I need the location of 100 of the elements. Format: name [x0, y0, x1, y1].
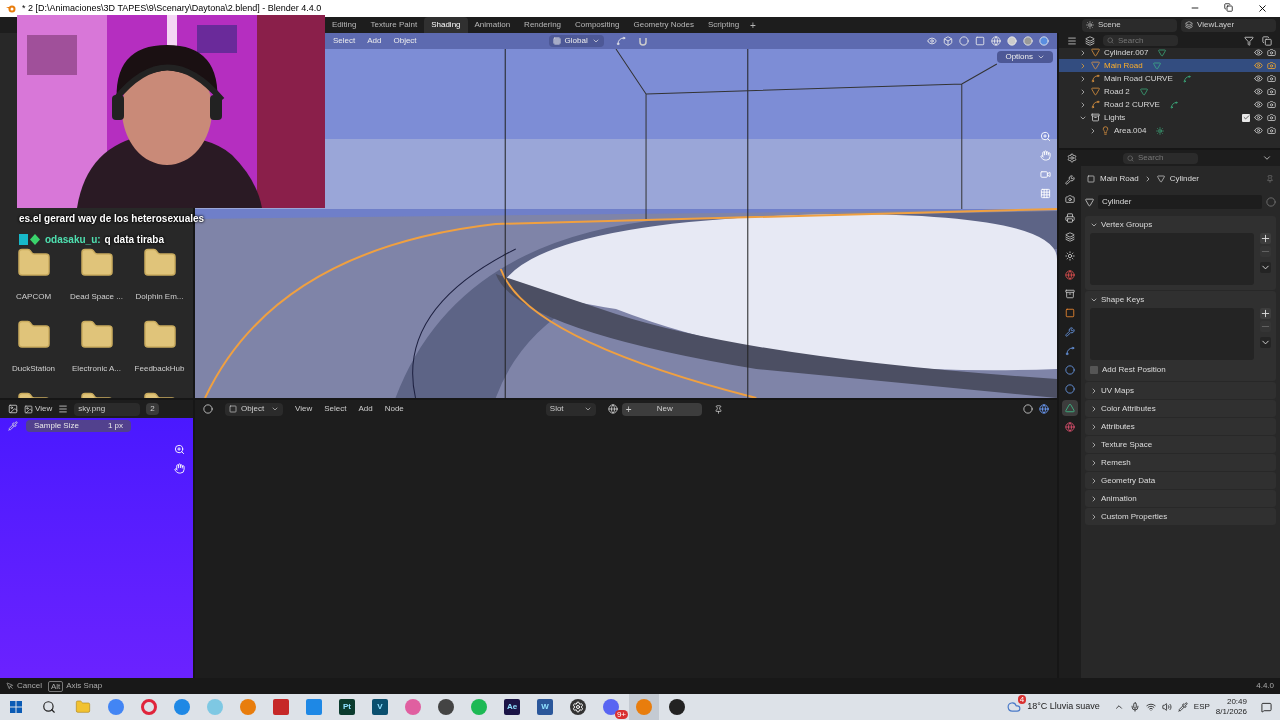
properties-tab[interactable] — [1062, 172, 1078, 188]
render-icon[interactable] — [1267, 126, 1276, 135]
properties-tab[interactable] — [1062, 324, 1078, 340]
workspace-tab[interactable]: Scripting — [700, 17, 747, 33]
panel-header[interactable]: Texture Space — [1085, 436, 1276, 453]
menu-item[interactable]: Object — [393, 35, 417, 47]
volume-icon[interactable] — [1161, 702, 1172, 712]
clock-date[interactable]: 8/1/2026 — [1215, 707, 1247, 717]
snap-icon[interactable] — [1023, 404, 1033, 414]
microphone-icon[interactable] — [1129, 702, 1140, 712]
taskbar-app-button[interactable]: V — [365, 694, 395, 720]
render-icon[interactable] — [1267, 87, 1276, 96]
panel-header[interactable]: Custom Properties — [1085, 508, 1276, 525]
material-shading-icon[interactable] — [1023, 36, 1033, 46]
outliner-row[interactable]: Road 2 CURVE — [1059, 98, 1280, 111]
visibility-icon[interactable] — [1254, 74, 1263, 83]
editor-type-icon[interactable] — [1067, 153, 1077, 163]
new-material-button[interactable]: + New — [621, 402, 702, 416]
menu-item[interactable]: View — [295, 403, 313, 415]
visibility-icon[interactable] — [1254, 100, 1263, 109]
mesh-data-icon[interactable] — [1085, 197, 1094, 207]
outliner-row[interactable]: Cylinder.007 — [1059, 46, 1280, 59]
tray-expand-icon[interactable] — [1113, 702, 1124, 712]
workspace-tab[interactable]: Animation — [467, 17, 518, 33]
wireframe-shading-icon[interactable] — [991, 36, 1001, 46]
specials-icon[interactable] — [1260, 337, 1271, 348]
pin-icon[interactable] — [713, 404, 723, 414]
panel-header[interactable]: Color Attributes — [1085, 400, 1276, 417]
visibility-icon[interactable] — [1254, 61, 1263, 70]
scene-field[interactable]: Scene — [1082, 18, 1177, 32]
properties-tab[interactable] — [1062, 210, 1078, 226]
menu-item[interactable]: Node — [384, 403, 404, 415]
dropdown-icon[interactable] — [1262, 153, 1272, 163]
taskbar-app-button[interactable]: Ae — [497, 694, 527, 720]
close-icon[interactable] — [1257, 3, 1268, 14]
language-indicator[interactable]: ESP — [1193, 701, 1210, 713]
zoom-icon[interactable] — [174, 444, 185, 455]
filter-icon[interactable] — [1244, 35, 1254, 46]
render-icon[interactable] — [1267, 74, 1276, 83]
solid-shading-icon[interactable] — [1007, 36, 1017, 46]
breadcrumb-item[interactable]: Main Road — [1100, 173, 1139, 185]
add-icon[interactable] — [1260, 308, 1271, 319]
add-icon[interactable] — [1260, 233, 1271, 244]
restore-icon[interactable] — [1224, 3, 1233, 12]
properties-tab[interactable] — [1062, 400, 1078, 416]
render-icon[interactable] — [1267, 48, 1276, 57]
properties-tab[interactable] — [1062, 419, 1078, 435]
image-name-field[interactable]: sky.png — [74, 402, 141, 416]
view-menu[interactable]: View — [24, 403, 53, 415]
mesh-name-field[interactable]: Cylinder — [1098, 195, 1262, 209]
add-workspace-button[interactable]: + — [746, 17, 760, 33]
properties-tab[interactable] — [1062, 248, 1078, 264]
outliner-row[interactable]: Lights — [1059, 111, 1280, 124]
weather-text[interactable]: 18°C Lluvia suave — [1027, 700, 1100, 714]
editor-type-icon[interactable] — [8, 404, 18, 414]
panel-header[interactable]: Attributes — [1085, 418, 1276, 435]
workspace-tab[interactable]: Shading — [424, 17, 468, 33]
snap-icon[interactable] — [637, 36, 648, 46]
editor-type-icon[interactable] — [203, 404, 213, 414]
checkbox[interactable] — [1090, 366, 1098, 374]
outliner-row[interactable]: Main Road CURVE — [1059, 72, 1280, 85]
notifications-icon[interactable] — [1261, 701, 1272, 713]
gizmo-icon[interactable] — [943, 36, 953, 46]
render-icon[interactable] — [1267, 113, 1276, 122]
menu-item[interactable]: Add — [358, 403, 373, 415]
render-icon[interactable] — [1267, 100, 1276, 109]
menu-item[interactable]: Select — [333, 35, 356, 47]
visibility-icon[interactable] — [1254, 113, 1263, 122]
workspace-tab[interactable]: Texture Paint — [363, 17, 425, 33]
overlay-icon[interactable] — [1039, 404, 1049, 414]
menu-item[interactable]: Select — [324, 403, 347, 415]
panel-header[interactable]: Animation — [1085, 490, 1276, 507]
specials-icon[interactable] — [1260, 262, 1271, 273]
pen-icon[interactable] — [1177, 702, 1188, 712]
rendered-shading-icon[interactable] — [1039, 36, 1049, 46]
menu-icon[interactable] — [58, 404, 69, 414]
view-layer-field[interactable]: ViewLayer — [1181, 18, 1276, 32]
eyedropper-icon[interactable] — [8, 421, 18, 431]
weather-icon[interactable] — [1007, 700, 1022, 714]
visibility-icon[interactable] — [1254, 48, 1263, 57]
visibility-icon[interactable] — [1254, 126, 1263, 135]
include-checkbox[interactable] — [1242, 113, 1250, 122]
workspace-tab[interactable]: Rendering — [517, 17, 569, 33]
new-collection-icon[interactable] — [1262, 35, 1272, 46]
display-mode-icon[interactable] — [1067, 35, 1077, 46]
network-icon[interactable] — [1145, 702, 1156, 712]
outliner-row[interactable]: Area.004 — [1059, 124, 1280, 137]
menu-item[interactable]: Add — [367, 35, 382, 47]
start-icon[interactable] — [10, 701, 22, 713]
workspace-tab[interactable]: Geometry Nodes — [626, 17, 701, 33]
outliner-row[interactable]: Main Road — [1059, 59, 1280, 72]
material-icon[interactable] — [607, 404, 618, 414]
panel-header[interactable]: UV Maps — [1085, 382, 1276, 399]
zoom-icon[interactable] — [1040, 131, 1051, 142]
panel-header[interactable]: Vertex Groups — [1085, 216, 1276, 233]
outliner-row[interactable]: Road 2 — [1059, 85, 1280, 98]
taskbar-app-button[interactable]: 9+ — [596, 694, 626, 720]
options-button[interactable]: Options — [997, 51, 1053, 63]
orientation-dropdown[interactable]: Global — [548, 35, 604, 47]
taskbar-app-button[interactable]: W — [530, 694, 560, 720]
